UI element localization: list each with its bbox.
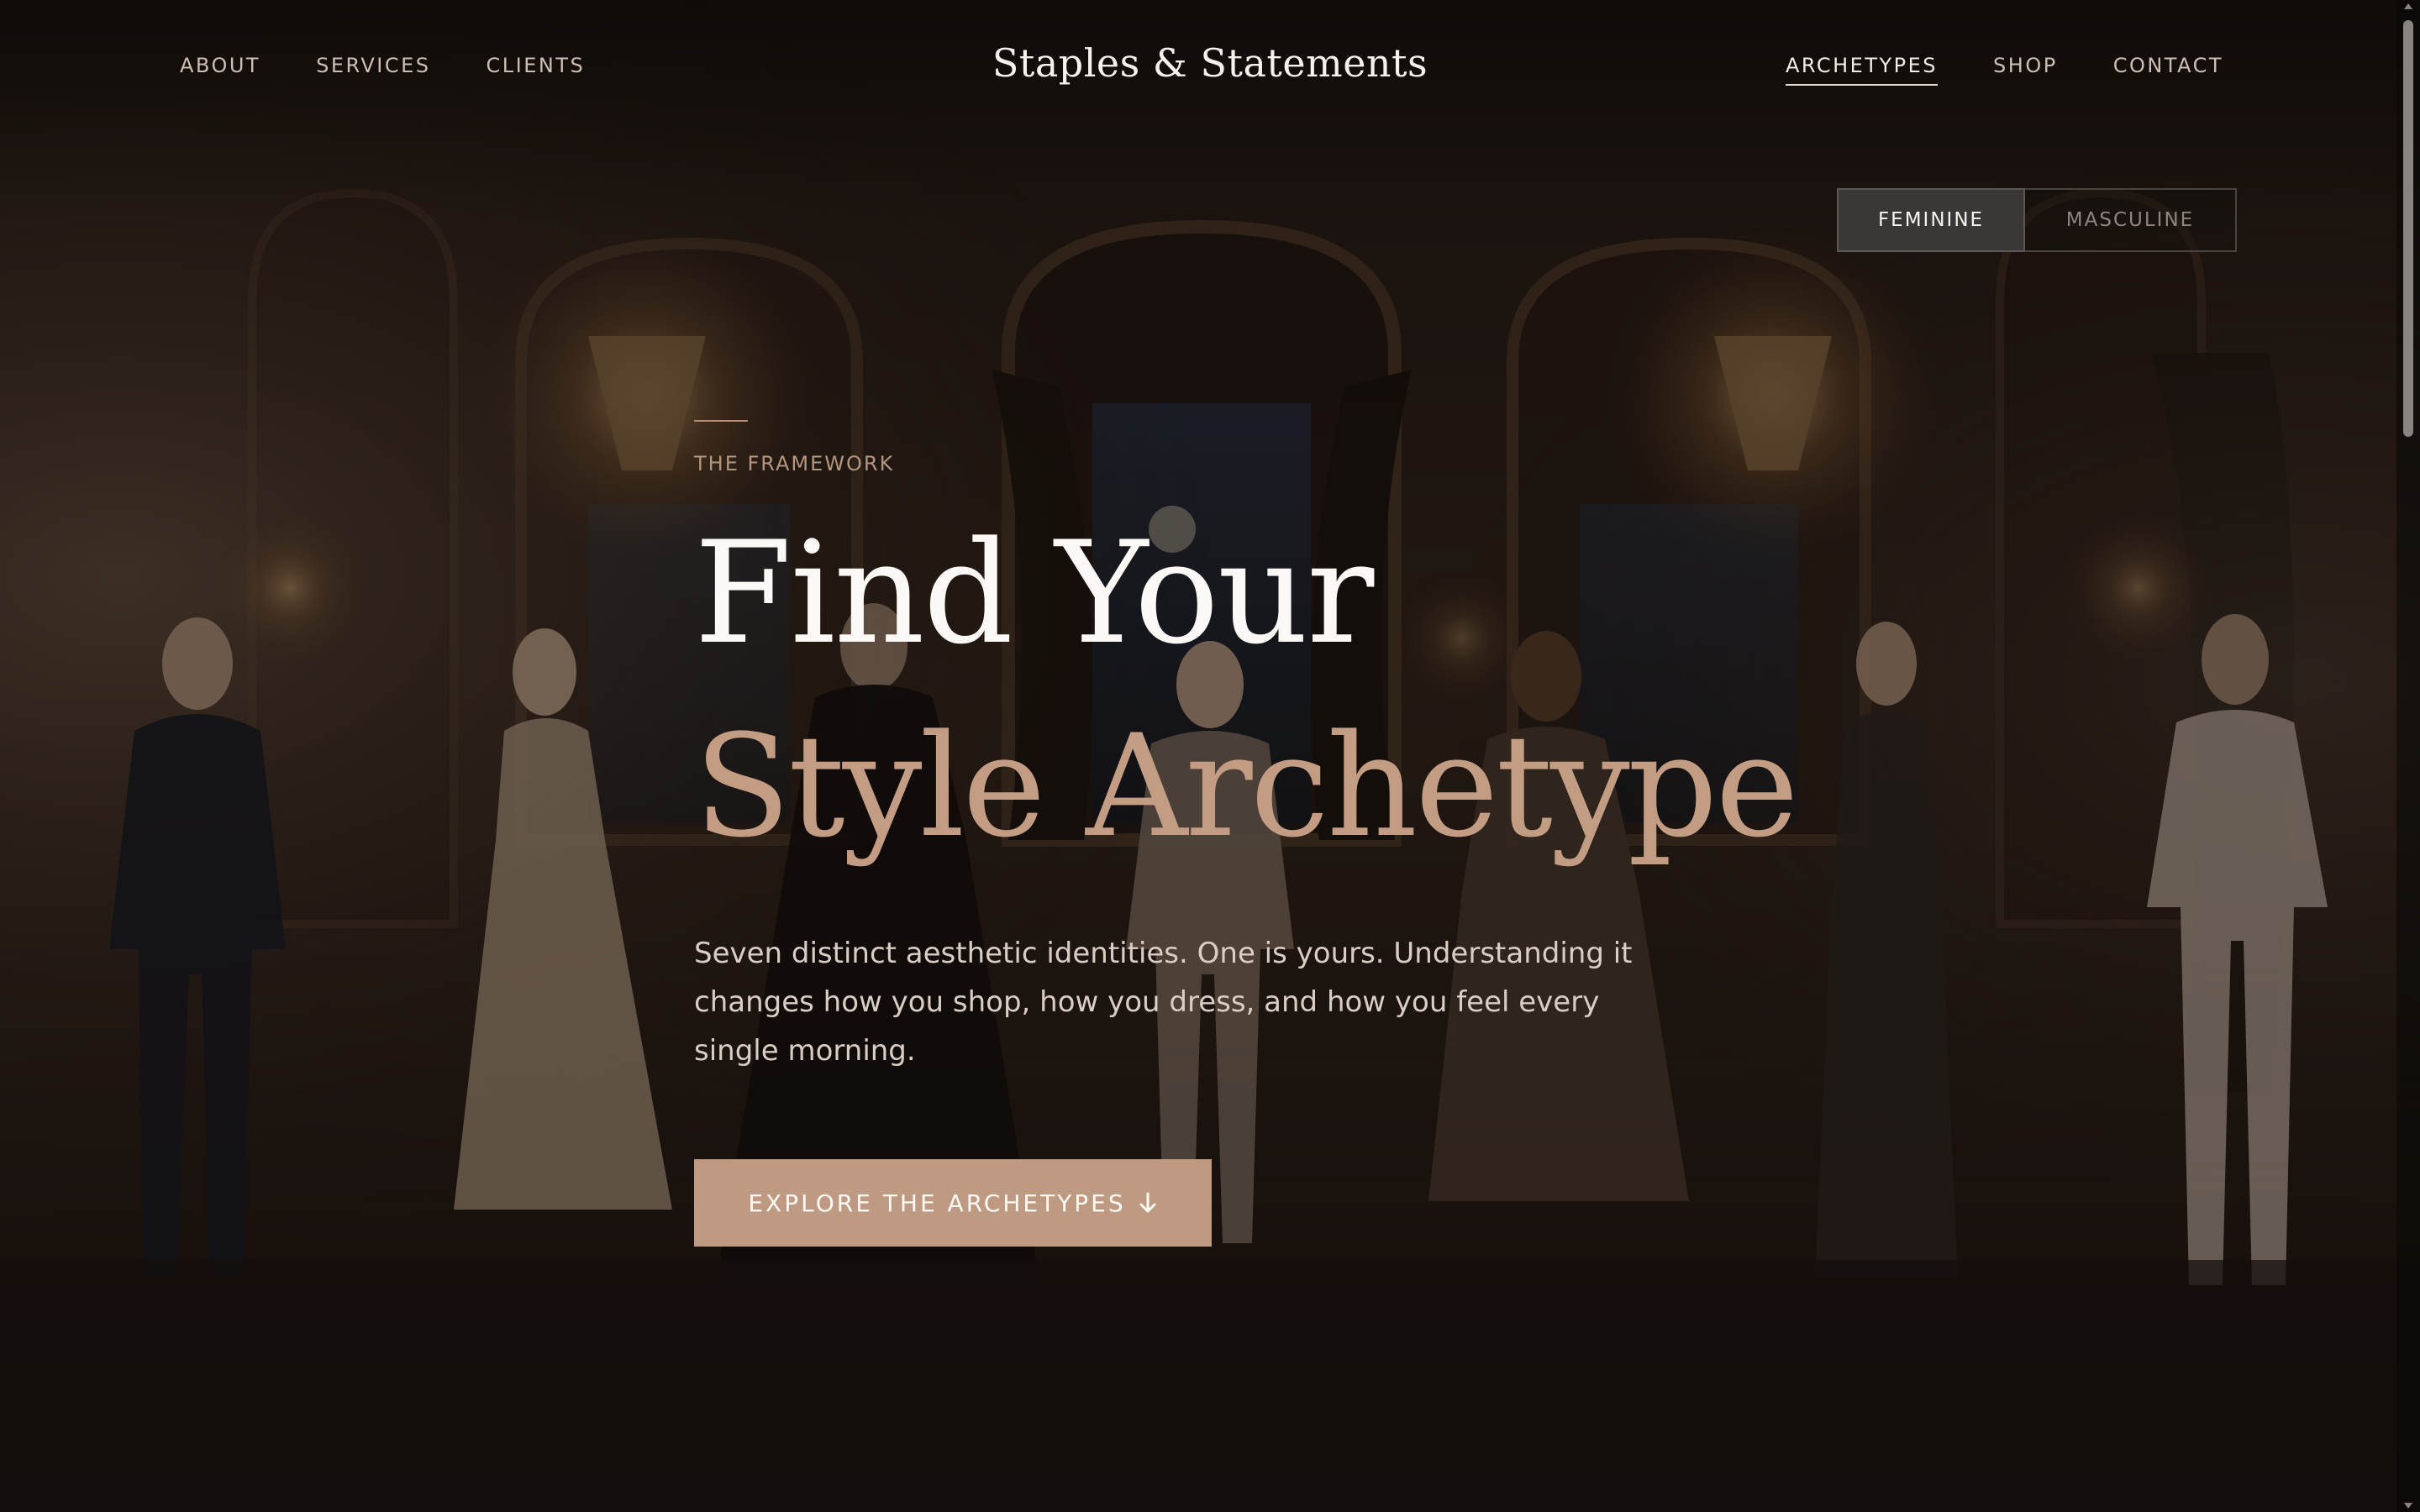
brand-logo[interactable]: Staples & Statements [992, 40, 1428, 86]
primary-nav-left: ABOUT SERVICES CLIENTS [180, 54, 585, 86]
site-header: ABOUT SERVICES CLIENTS Staples & Stateme… [0, 0, 2420, 134]
nav-link-services[interactable]: SERVICES [316, 54, 430, 86]
arrow-down-icon [1139, 1192, 1156, 1213]
eyebrow-divider [694, 420, 748, 422]
hero-section: THE FRAMEWORK Find Your Style Archetype … [694, 420, 1799, 1247]
hero-description: Seven distinct aesthetic identities. One… [694, 937, 1633, 1068]
explore-archetypes-label: EXPLORE THE ARCHETYPES [748, 1189, 1126, 1217]
gender-toggle: FEMININE MASCULINE [1837, 188, 2237, 252]
primary-nav-right: ARCHETYPES SHOP CONTACT [1785, 54, 2223, 86]
scroll-down-icon[interactable] [2404, 1503, 2412, 1509]
scrollbar-thumb[interactable] [2403, 20, 2413, 437]
nav-link-archetypes[interactable]: ARCHETYPES [1785, 54, 1939, 86]
toggle-masculine-button[interactable]: MASCULINE [2025, 188, 2237, 252]
explore-archetypes-button[interactable]: EXPLORE THE ARCHETYPES [694, 1159, 1212, 1247]
nav-link-about[interactable]: ABOUT [180, 54, 260, 86]
hero-heading: Find Your Style Archetype [694, 511, 1799, 869]
page-scrollbar[interactable] [2396, 0, 2420, 1512]
nav-link-shop[interactable]: SHOP [1993, 54, 2058, 86]
hero-eyebrow: THE FRAMEWORK [694, 452, 895, 475]
hero-title-line-1: Find Your [694, 511, 1374, 675]
archetypes-page: ABOUT SERVICES CLIENTS Staples & Stateme… [0, 0, 2420, 1512]
toggle-feminine-button[interactable]: FEMININE [1837, 188, 2025, 252]
scroll-up-icon[interactable] [2404, 3, 2412, 9]
nav-link-clients[interactable]: CLIENTS [487, 54, 586, 86]
hero-title-line-2: Style Archetype [694, 704, 1799, 869]
nav-link-contact[interactable]: CONTACT [2113, 54, 2223, 86]
